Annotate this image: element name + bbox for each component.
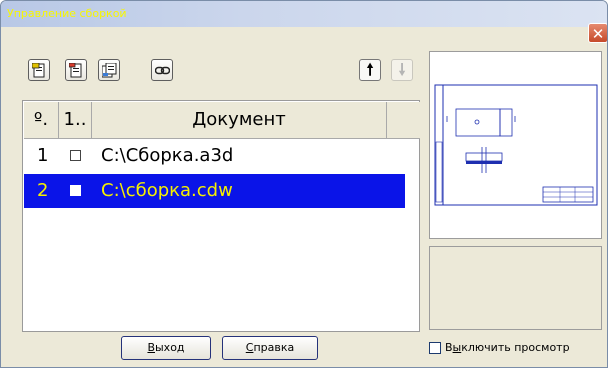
title-bar[interactable]: Управление сборкой [1, 1, 607, 27]
copy-documents-button[interactable] [98, 59, 120, 81]
disable-preview-checkbox[interactable] [429, 342, 441, 354]
exit-button-label: ыход [155, 341, 185, 354]
exit-button[interactable]: Выход [121, 336, 211, 360]
move-down-button[interactable]: 🠗 [391, 59, 413, 81]
close-icon: ✕ [591, 25, 605, 43]
assembly-manager-window: Управление сборкой ✕ 🠕 🠗 º. 1.. Документ… [0, 0, 608, 368]
document-add-icon [69, 63, 82, 78]
document-export-icon [32, 63, 45, 78]
window-title: Управление сборкой [7, 7, 127, 20]
help-button-label: правка [253, 341, 295, 354]
help-button[interactable]: Справка [222, 336, 318, 360]
include-checkbox[interactable] [70, 150, 81, 161]
table-row-selected[interactable]: 2 C:\сборка.cdw [24, 174, 405, 208]
row-number: 2 [37, 180, 49, 201]
table-header: º. 1.. Документ [24, 102, 420, 139]
include-checkbox-cell[interactable] [59, 139, 91, 173]
column-header-include[interactable]: 1.. [59, 102, 92, 138]
include-checkbox[interactable] [70, 185, 81, 196]
documents-copy-icon [102, 63, 117, 78]
move-up-button[interactable]: 🠕 [359, 59, 381, 81]
close-button[interactable]: ✕ [588, 23, 607, 43]
add-document-button[interactable] [65, 59, 87, 81]
document-path: C:\Сборка.a3d [101, 145, 234, 166]
link-button[interactable] [151, 59, 173, 81]
disable-preview-label: Выключить просмотр [445, 341, 570, 354]
column-header-number[interactable]: º. [24, 102, 59, 138]
exit-button-mnemonic: В [147, 341, 155, 354]
documents-table: º. 1.. Документ 1 C:\Сборка.a3d 2 C:\сбо… [22, 100, 420, 332]
arrow-up-icon: 🠕 [366, 60, 374, 79]
drawing-preview [429, 51, 602, 239]
chain-link-icon [155, 66, 170, 75]
info-panel [429, 246, 602, 330]
export-document-button[interactable] [28, 59, 50, 81]
drawing-thumbnail [434, 84, 598, 206]
table-row[interactable]: 1 C:\Сборка.a3d [24, 139, 405, 173]
document-path: C:\сборка.cdw [101, 180, 233, 201]
column-header-document[interactable]: Документ [92, 102, 387, 138]
row-number: 1 [37, 145, 49, 166]
include-checkbox-cell[interactable] [59, 174, 91, 208]
arrow-down-icon: 🠗 [398, 60, 406, 79]
